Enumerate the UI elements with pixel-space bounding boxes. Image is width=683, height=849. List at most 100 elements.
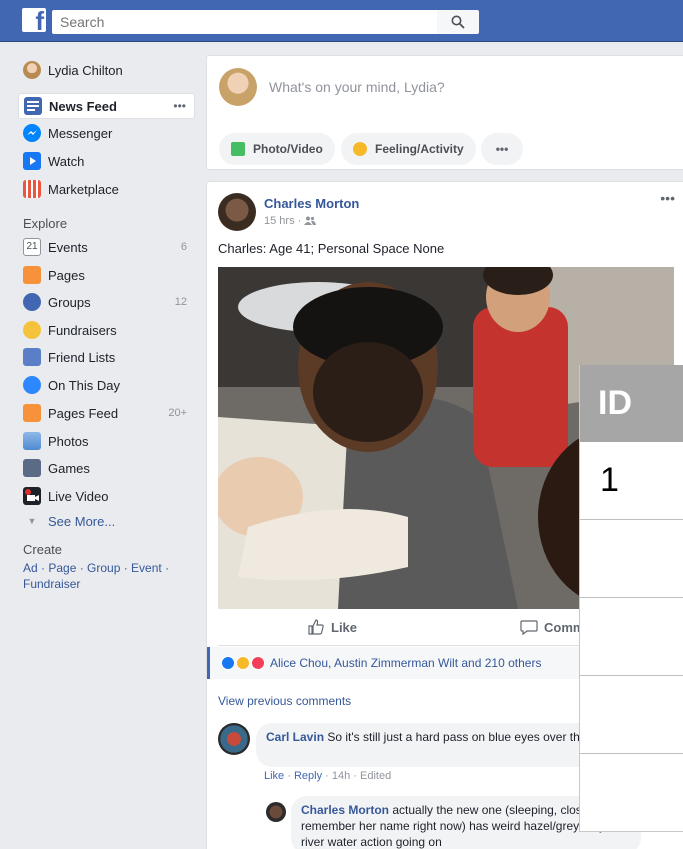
messenger-icon <box>23 124 41 142</box>
live-video-icon <box>23 487 41 505</box>
comment-reply-link[interactable]: Reply <box>294 770 322 782</box>
photo-video-label: Photo/Video <box>253 142 323 156</box>
comment-author-avatar[interactable] <box>218 723 250 755</box>
heart-icon <box>23 321 41 339</box>
friend-list-icon <box>23 348 41 366</box>
sidebar-item-label: Messenger <box>48 125 113 141</box>
reply-author-avatar[interactable] <box>266 802 286 822</box>
flag-icon <box>23 266 41 284</box>
post-text: Charles: Age 41; Personal Space None <box>218 241 445 256</box>
profile-avatar <box>23 61 41 79</box>
clock-icon <box>23 376 41 394</box>
post-author-name[interactable]: Charles Morton <box>264 196 359 211</box>
comment-meta: Like · Reply · 14h · Edited <box>264 770 392 782</box>
games-icon <box>23 459 41 477</box>
sidebar-item-label: Photos <box>48 433 89 449</box>
like-reaction-icon <box>221 656 235 670</box>
table-cell: 1 <box>580 442 683 520</box>
sidebar-item-news-feed[interactable]: News Feed ••• <box>18 93 195 119</box>
sidebar-item-label: Marketplace <box>48 181 119 197</box>
photos-icon <box>23 432 41 450</box>
haha-reaction-icon <box>236 656 250 670</box>
sidebar-item-games[interactable]: Games <box>18 455 195 481</box>
sidebar-item-friend-lists[interactable]: Friend Lists <box>18 344 195 370</box>
sidebar-item-watch[interactable]: Watch <box>18 148 195 174</box>
id-table-overlay: ID 1 <box>579 365 683 832</box>
sidebar-item-groups[interactable]: Groups 12 <box>18 289 195 315</box>
search-button[interactable] <box>437 10 479 34</box>
pages-feed-icon <box>23 404 41 422</box>
comment-like-link[interactable]: Like <box>264 770 284 782</box>
sidebar-item-label: News Feed <box>49 98 117 114</box>
news-feed-more-button[interactable]: ••• <box>173 99 186 113</box>
table-cell <box>580 598 683 676</box>
table-cell <box>580 754 683 832</box>
chevron-down-icon: ▼ <box>27 516 37 526</box>
sidebar-item-label: Groups <box>48 294 91 310</box>
feeling-activity-label: Feeling/Activity <box>375 142 464 156</box>
profile-name: Lydia Chilton <box>48 62 123 78</box>
sidebar-item-label: Live Video <box>48 488 109 504</box>
comment-author-name[interactable]: Carl Lavin <box>266 730 324 744</box>
sidebar-item-fundraisers[interactable]: Fundraisers <box>18 317 195 343</box>
sidebar-item-marketplace[interactable]: Marketplace <box>18 176 195 202</box>
smiley-icon <box>353 142 367 156</box>
love-reaction-icon <box>251 656 265 670</box>
sidebar-item-pages[interactable]: Pages <box>18 262 195 288</box>
search-icon <box>451 15 465 29</box>
sidebar-item-messenger[interactable]: Messenger <box>18 120 195 146</box>
feeling-activity-button[interactable]: Feeling/Activity <box>341 133 476 165</box>
like-label: Like <box>331 619 358 635</box>
search-input[interactable] <box>52 10 437 34</box>
sidebar-item-label: On This Day <box>48 377 121 393</box>
sidebar-item-on-this-day[interactable]: On This Day <box>18 372 195 398</box>
groups-icon <box>23 293 41 311</box>
composer-placeholder[interactable]: What's on your mind, Lydia? <box>269 79 445 95</box>
post-timestamp[interactable]: 15 hrs · <box>264 215 317 227</box>
thumbs-up-icon <box>308 619 324 635</box>
comment-icon <box>520 620 538 636</box>
friends-icon <box>304 216 317 225</box>
post-composer[interactable]: What's on your mind, Lydia? Photo/Video … <box>206 55 683 170</box>
sidebar-item-events[interactable]: 21 Events 6 <box>18 234 195 260</box>
see-more-label: See More... <box>48 513 116 529</box>
view-previous-comments-link[interactable]: View previous comments <box>218 694 351 708</box>
composer-avatar <box>219 68 257 106</box>
explore-heading: Explore <box>23 216 68 231</box>
table-cell <box>580 520 683 598</box>
comment-time-text: · 14h · Edited <box>322 770 392 782</box>
sidebar-item-label: Games <box>48 460 90 476</box>
sidebar-item-label: Watch <box>48 153 85 169</box>
groups-count: 12 <box>174 296 187 308</box>
table-cell <box>580 676 683 754</box>
sidebar-item-label: Friend Lists <box>48 349 116 365</box>
comment-text: So it's still just a hard pass on blue e… <box>324 730 600 744</box>
reactions-text: Alice Chou, Austin Zimmerman Wilt and 21… <box>270 656 542 670</box>
composer-more-button[interactable]: ••• <box>481 133 523 165</box>
sidebar-item-pages-feed[interactable]: Pages Feed 20+ <box>18 400 195 426</box>
id-column-header: ID <box>580 365 683 442</box>
events-count: 6 <box>180 241 187 253</box>
create-heading: Create <box>23 542 63 557</box>
sidebar-item-label: Pages <box>48 267 85 283</box>
like-button[interactable]: Like <box>307 618 357 636</box>
sidebar-profile-link[interactable]: Lydia Chilton <box>18 57 195 83</box>
sidebar-item-photos[interactable]: Photos <box>18 428 195 454</box>
see-more-link[interactable]: ▼ See More... <box>18 508 195 534</box>
sidebar-item-label: Pages Feed <box>48 405 119 421</box>
photo-icon <box>231 142 245 156</box>
photo-video-button[interactable]: Photo/Video <box>219 133 335 165</box>
sidebar-item-label: Events <box>48 239 88 255</box>
post-time-text: 15 hrs · <box>264 215 302 227</box>
top-bar: f <box>0 0 683 42</box>
news-feed-icon <box>24 97 42 115</box>
watch-icon <box>23 152 41 170</box>
reply-author-name[interactable]: Charles Morton <box>301 803 389 817</box>
post-author-avatar[interactable] <box>218 193 256 231</box>
sidebar-item-live-video[interactable]: Live Video <box>18 483 195 509</box>
pages-feed-count: 20+ <box>168 407 187 419</box>
comment-button[interactable]: Comm <box>520 618 584 636</box>
facebook-logo-icon[interactable]: f <box>22 8 46 32</box>
post-options-button[interactable]: ••• <box>660 190 675 206</box>
create-links[interactable]: Ad · Page · Group · Event · Fundraiser <box>23 560 193 592</box>
